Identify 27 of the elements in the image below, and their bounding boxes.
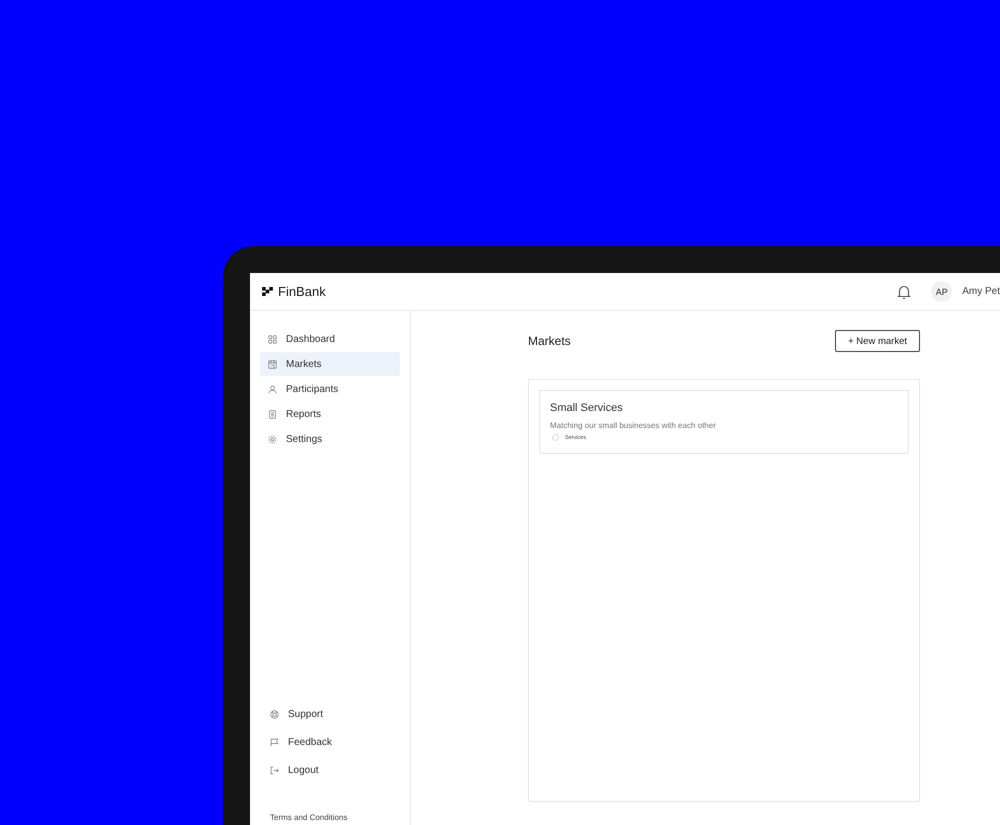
terms-link[interactable]: Terms and Conditions — [270, 813, 348, 822]
market-description: Matching our small businesses with each other — [550, 421, 717, 430]
brand-name: FinBank — [278, 284, 326, 299]
flag-icon — [270, 738, 279, 746]
logo-icon — [262, 287, 273, 296]
settings-icon — [268, 434, 277, 444]
circle-icon — [552, 434, 559, 441]
user-name: Amy Pet — [962, 286, 1000, 297]
logout-icon — [270, 766, 279, 774]
store-icon — [268, 360, 277, 368]
new-market-button[interactable]: + New market — [835, 330, 920, 352]
market-name: Small Services — [550, 402, 624, 414]
user-avatar[interactable]: AP — [931, 281, 952, 302]
bell-icon[interactable] — [896, 284, 912, 300]
person-icon — [268, 384, 277, 394]
sidebar-item[interactable]: Logout — [260, 758, 400, 782]
document-icon — [268, 410, 277, 418]
page-title: Markets — [528, 334, 571, 348]
grid-icon — [268, 334, 277, 344]
sidebar-item[interactable]: Feedback — [260, 730, 400, 754]
sidebar-item[interactable]: Markets — [260, 352, 400, 376]
sidebar-item[interactable]: Support — [260, 702, 400, 726]
sidebar-item[interactable]: Dashboard — [260, 327, 400, 351]
sidebar-item[interactable]: Settings — [260, 427, 400, 451]
lifebuoy-icon — [270, 710, 279, 718]
sidebar-item[interactable]: Reports — [260, 402, 400, 426]
sidebar-item[interactable]: Participants — [260, 377, 400, 401]
